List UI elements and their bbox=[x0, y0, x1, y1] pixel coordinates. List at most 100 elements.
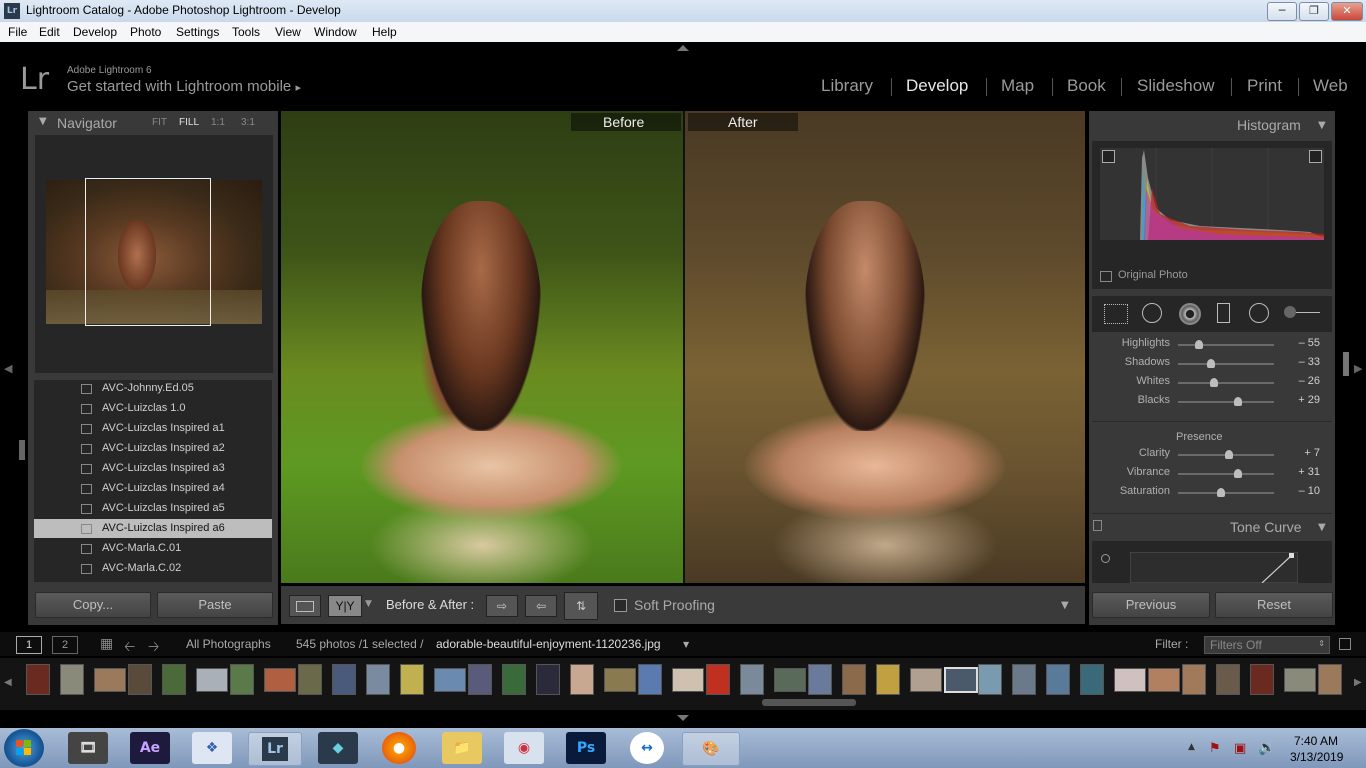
menu-photo[interactable]: Photo bbox=[130, 25, 161, 39]
filmstrip-thumbnail[interactable] bbox=[672, 668, 704, 692]
firefox-icon[interactable]: ● bbox=[382, 732, 416, 764]
slider-track[interactable] bbox=[1178, 382, 1274, 384]
filmstrip-thumbnail[interactable] bbox=[808, 664, 832, 695]
filmstrip-thumbnail[interactable] bbox=[876, 664, 900, 695]
filmstrip-scrollbar[interactable] bbox=[762, 699, 856, 706]
filmstrip-source[interactable]: All Photographs bbox=[186, 637, 271, 651]
close-button[interactable]: ✕ bbox=[1331, 2, 1363, 21]
loupe-view-button[interactable] bbox=[289, 595, 321, 617]
forward-arrow-icon[interactable]: 🡢 bbox=[148, 636, 159, 660]
start-button[interactable] bbox=[4, 729, 44, 767]
copy-after-to-before-button[interactable]: ⇦ bbox=[525, 595, 557, 617]
paint-icon[interactable]: 🎨 bbox=[682, 732, 740, 766]
filmstrip-thumbnail[interactable] bbox=[1080, 664, 1104, 695]
slider-knob[interactable] bbox=[1195, 340, 1203, 349]
preset-item[interactable]: AVC-Marla.C.02 bbox=[34, 559, 272, 578]
filmstrip-thumbnail[interactable] bbox=[1250, 664, 1274, 695]
mobile-promo[interactable]: Get started with Lightroom mobile ▸ bbox=[67, 78, 301, 95]
copy-button[interactable]: Copy... bbox=[35, 592, 151, 618]
zoom-fill[interactable]: FILL bbox=[179, 117, 199, 128]
preset-item[interactable]: AVC-Luizclas Inspired a2 bbox=[34, 439, 272, 458]
volume-icon[interactable]: 🔉 bbox=[1258, 740, 1275, 756]
menu-tools[interactable]: Tools bbox=[232, 25, 260, 39]
slider-value[interactable]: + 29 bbox=[1284, 394, 1320, 406]
slider-track[interactable] bbox=[1178, 344, 1274, 346]
selected-filename[interactable]: adorable-beautiful-enjoyment-1120236.jpg bbox=[436, 637, 661, 651]
lightroom-taskbar-button[interactable]: Lr bbox=[248, 732, 302, 766]
filmstrip-thumbnail[interactable] bbox=[1182, 664, 1206, 695]
preset-item[interactable]: AVC-Luizclas Inspired a4 bbox=[34, 479, 272, 498]
slider-value[interactable]: – 26 bbox=[1284, 375, 1320, 387]
slider-track[interactable] bbox=[1178, 363, 1274, 365]
filmstrip-thumbnail[interactable] bbox=[536, 664, 560, 695]
copy-before-to-after-button[interactable]: ⇨ bbox=[486, 595, 518, 617]
filmstrip-thumbnail[interactable] bbox=[1284, 668, 1316, 692]
collapse-triangle-icon[interactable]: ▼ bbox=[39, 116, 47, 127]
window-1-button[interactable]: 1 bbox=[16, 636, 42, 654]
filter-lock-icon[interactable] bbox=[1339, 638, 1351, 650]
slider-track[interactable] bbox=[1178, 492, 1274, 494]
filmstrip-thumbnail[interactable] bbox=[264, 668, 296, 692]
filmstrip-thumbnail[interactable] bbox=[1012, 664, 1036, 695]
red-eye-icon[interactable] bbox=[1179, 303, 1201, 325]
zoom-fit[interactable]: FIT bbox=[152, 117, 167, 128]
teamviewer-icon[interactable]: ↔ bbox=[630, 732, 664, 764]
filmstrip-thumbnail[interactable] bbox=[978, 664, 1002, 695]
module-map[interactable]: Map bbox=[1001, 76, 1034, 96]
filmstrip-scroll-left-icon[interactable]: ◀ bbox=[4, 677, 12, 688]
slider-value[interactable]: – 55 bbox=[1284, 337, 1320, 349]
module-web[interactable]: Web bbox=[1313, 76, 1348, 96]
filmstrip-thumbnail[interactable] bbox=[502, 664, 526, 695]
filmstrip-thumbnail[interactable] bbox=[468, 664, 492, 695]
photoshop-icon[interactable]: Ps bbox=[566, 732, 606, 764]
preset-item[interactable]: AVC-Luizclas Inspired a3 bbox=[34, 459, 272, 478]
slider-whites[interactable]: Whites – 26 bbox=[1092, 375, 1332, 393]
module-slideshow[interactable]: Slideshow bbox=[1137, 76, 1215, 96]
module-book[interactable]: Book bbox=[1067, 76, 1106, 96]
view-dropdown-icon[interactable]: ▼ bbox=[365, 599, 372, 609]
filename-dropdown-icon[interactable]: ▼ bbox=[683, 640, 689, 649]
preset-item[interactable]: AVC-Luizclas Inspired a6 bbox=[34, 519, 272, 538]
toolbar-options-icon[interactable]: ▼ bbox=[1061, 600, 1069, 611]
module-library[interactable]: Library bbox=[821, 76, 873, 96]
filmstrip-thumbnail[interactable] bbox=[26, 664, 50, 695]
bottom-panel-toggle-icon[interactable] bbox=[677, 715, 689, 721]
slider-value[interactable]: + 31 bbox=[1284, 466, 1320, 478]
filmstrip-thumbnail[interactable] bbox=[298, 664, 322, 695]
zoom-3-1[interactable]: 3:1 bbox=[241, 117, 255, 128]
screen-recorder-icon[interactable]: ◉ bbox=[504, 732, 544, 764]
spot-removal-icon[interactable] bbox=[1142, 303, 1162, 323]
filmstrip-thumbnail[interactable] bbox=[944, 667, 978, 693]
filmstrip-thumbnail[interactable] bbox=[842, 664, 866, 695]
filmstrip-thumbnail[interactable] bbox=[196, 668, 228, 692]
slider-value[interactable]: – 33 bbox=[1284, 356, 1320, 368]
slider-track[interactable] bbox=[1178, 473, 1274, 475]
filmstrip-scroll-right-icon[interactable]: ▶ bbox=[1354, 677, 1362, 688]
filmstrip-thumbnail[interactable] bbox=[638, 664, 662, 695]
soft-proofing-checkbox[interactable] bbox=[614, 599, 627, 612]
filmstrip-thumbnail[interactable] bbox=[128, 664, 152, 695]
action-center-icon[interactable]: ⚑ bbox=[1209, 741, 1221, 756]
slider-knob[interactable] bbox=[1210, 378, 1218, 387]
previous-button[interactable]: Previous bbox=[1092, 592, 1210, 618]
filmora-icon[interactable]: ◆ bbox=[318, 732, 358, 764]
right-panel-toggle-icon[interactable]: ▶ bbox=[1354, 362, 1362, 375]
shadow-clipping-toggle[interactable] bbox=[1102, 150, 1115, 163]
paste-button[interactable]: Paste bbox=[157, 592, 273, 618]
right-panel-scrollbar[interactable] bbox=[1343, 352, 1349, 376]
tone-curve-collapse-icon[interactable]: ▼ bbox=[1318, 522, 1326, 533]
slider-knob[interactable] bbox=[1207, 359, 1215, 368]
menu-view[interactable]: View bbox=[275, 25, 301, 39]
slider-clarity[interactable]: Clarity + 7 bbox=[1092, 447, 1332, 465]
filmstrip-thumbnail[interactable] bbox=[1216, 664, 1240, 695]
preset-item[interactable]: AVC-Luizclas 1.0 bbox=[34, 399, 272, 418]
show-hidden-icons[interactable]: ▲ bbox=[1188, 742, 1195, 752]
after-image[interactable] bbox=[685, 111, 1085, 583]
clock-date[interactable]: 3/13/2019 bbox=[1290, 750, 1343, 764]
filmstrip-thumbnail[interactable] bbox=[910, 668, 942, 692]
targeted-adjustment-icon[interactable] bbox=[1101, 554, 1110, 563]
radial-filter-icon[interactable] bbox=[1249, 303, 1269, 323]
filmstrip-thumbnail[interactable] bbox=[570, 664, 594, 695]
top-panel-toggle-icon[interactable] bbox=[677, 45, 689, 51]
filmstrip-thumbnail[interactable] bbox=[604, 668, 636, 692]
